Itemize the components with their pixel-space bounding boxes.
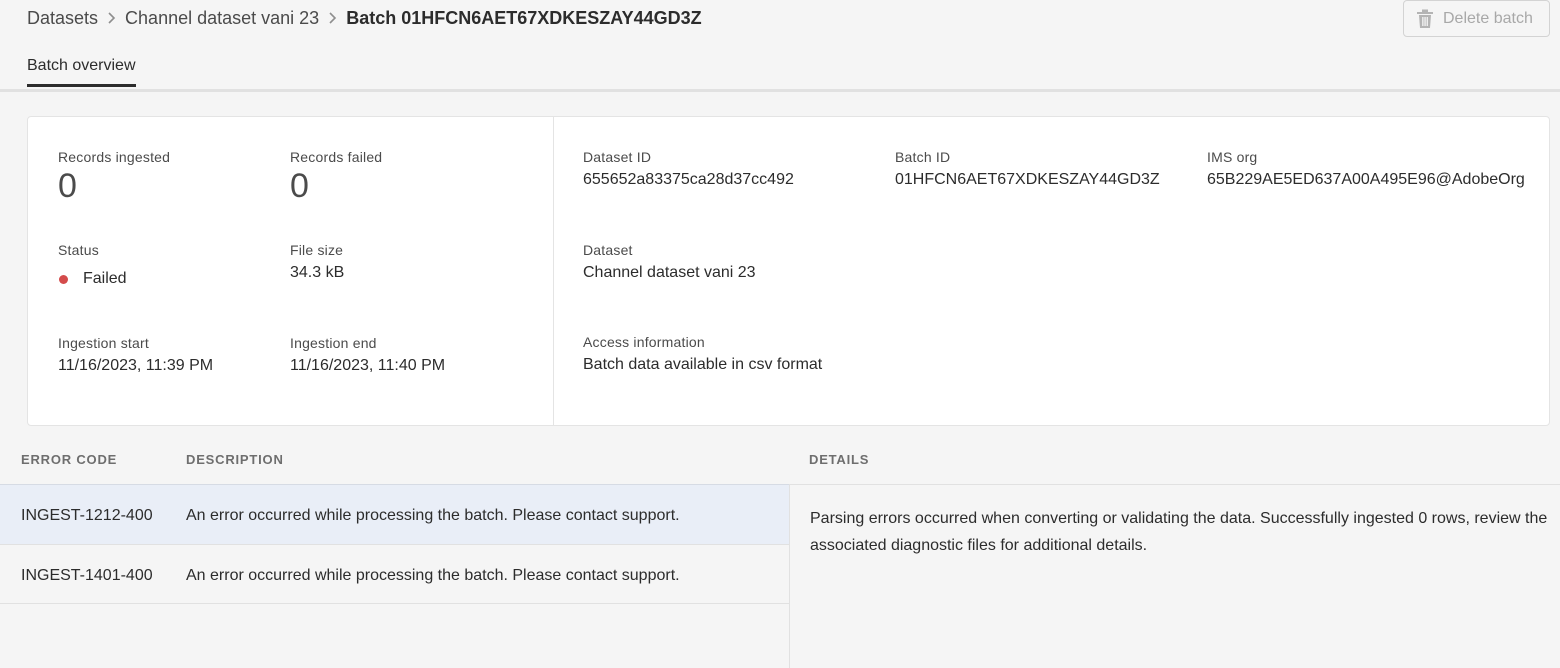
delete-batch-button[interactable]: Delete batch — [1403, 0, 1550, 37]
records-ingested-field: Records ingested 0 — [58, 149, 170, 206]
error-details-text: Parsing errors occurred when converting … — [810, 510, 1548, 554]
ims-org-value[interactable]: 65B229AE5ED637A00A495E96@AdobeOrg — [1207, 171, 1525, 189]
breadcrumb: Datasets Channel dataset vani 23 Batch 0… — [27, 4, 702, 32]
status-field: Status Failed — [58, 242, 127, 288]
error-code-cell: INGEST-1401-400 — [21, 567, 153, 584]
records-failed-value: 0 — [290, 167, 309, 205]
ims-org-label: IMS org — [1207, 149, 1258, 165]
table-row[interactable]: INGEST-1212-400 An error occurred while … — [0, 484, 790, 544]
status-value: Failed — [83, 270, 127, 287]
ingestion-end-field: Ingestion end 11/16/2023, 11:40 PM — [290, 335, 445, 375]
ingestion-start-field: Ingestion start 11/16/2023, 11:39 PM — [58, 335, 213, 375]
status-dot — [59, 274, 68, 284]
dataset-label: Dataset — [583, 242, 633, 258]
access-information-label: Access information — [583, 334, 705, 350]
error-code-cell: INGEST-1212-400 — [21, 507, 153, 524]
status-label: Status — [58, 242, 99, 258]
delete-batch-label: Delete batch — [1443, 9, 1533, 27]
ingestion-start-label: Ingestion start — [58, 335, 149, 351]
access-information-value: Batch data available in csv format — [583, 356, 823, 373]
batch-id-field: Batch ID 01HFCN6AET67XDKESZAY44GD3Z — [895, 149, 1160, 189]
chevron-right-icon — [328, 12, 337, 24]
dataset-id-label: Dataset ID — [583, 149, 652, 165]
card-divider — [553, 117, 554, 425]
batch-id-label: Batch ID — [895, 149, 951, 165]
breadcrumb-current-batch: Batch 01HFCN6AET67XDKESZAY44GD3Z — [346, 7, 702, 28]
column-header-details: DETAILS — [809, 452, 870, 467]
chevron-right-icon — [107, 12, 116, 24]
error-details-panel: Parsing errors occurred when converting … — [789, 484, 1560, 668]
ingestion-end-label: Ingestion end — [290, 335, 377, 351]
dataset-field: Dataset Channel dataset vani 23 — [583, 242, 756, 282]
ingestion-end-value: 11/16/2023, 11:40 PM — [290, 357, 446, 374]
file-size-label: File size — [290, 242, 344, 258]
breadcrumb-datasets[interactable]: Datasets — [27, 8, 98, 29]
ims-org-field: IMS org 65B229AE5ED637A00A495E96@AdobeOr… — [1207, 149, 1525, 189]
trash-icon — [1416, 9, 1434, 29]
batch-id-value[interactable]: 01HFCN6AET67XDKESZAY44GD3Z — [895, 171, 1160, 189]
error-description-cell: An error occurred while processing the b… — [186, 567, 680, 584]
records-failed-field: Records failed 0 — [290, 149, 382, 206]
column-header-description: DESCRIPTION — [186, 452, 284, 467]
status-indicator: Failed — [58, 270, 127, 288]
tab-batch-overview[interactable]: Batch overview — [27, 57, 136, 87]
batch-overview-page: Datasets Channel dataset vani 23 Batch 0… — [0, 0, 1560, 668]
access-information-field: Access information Batch data available … — [583, 334, 822, 374]
records-ingested-label: Records ingested — [58, 149, 171, 165]
column-header-error-code: ERROR CODE — [21, 452, 118, 467]
records-ingested-value: 0 — [58, 167, 77, 205]
records-failed-label: Records failed — [290, 149, 383, 165]
error-description-cell: An error occurred while processing the b… — [186, 507, 680, 524]
dataset-value[interactable]: Channel dataset vani 23 — [583, 264, 756, 282]
dataset-id-value[interactable]: 655652a83375ca28d37cc492 — [583, 171, 794, 189]
ingestion-start-value: 11/16/2023, 11:39 PM — [58, 357, 214, 374]
dataset-id-field: Dataset ID 655652a83375ca28d37cc492 — [583, 149, 794, 189]
tab-bar: Batch overview — [0, 52, 1560, 92]
batch-overview-card: Records ingested 0 Records failed 0 Stat… — [27, 116, 1550, 426]
error-table: INGEST-1212-400 An error occurred while … — [0, 484, 790, 604]
table-row[interactable]: INGEST-1401-400 An error occurred while … — [0, 544, 790, 604]
file-size-value: 34.3 kB — [290, 264, 345, 281]
breadcrumb-dataset[interactable]: Channel dataset vani 23 — [125, 8, 319, 29]
file-size-field: File size 34.3 kB — [290, 242, 344, 282]
